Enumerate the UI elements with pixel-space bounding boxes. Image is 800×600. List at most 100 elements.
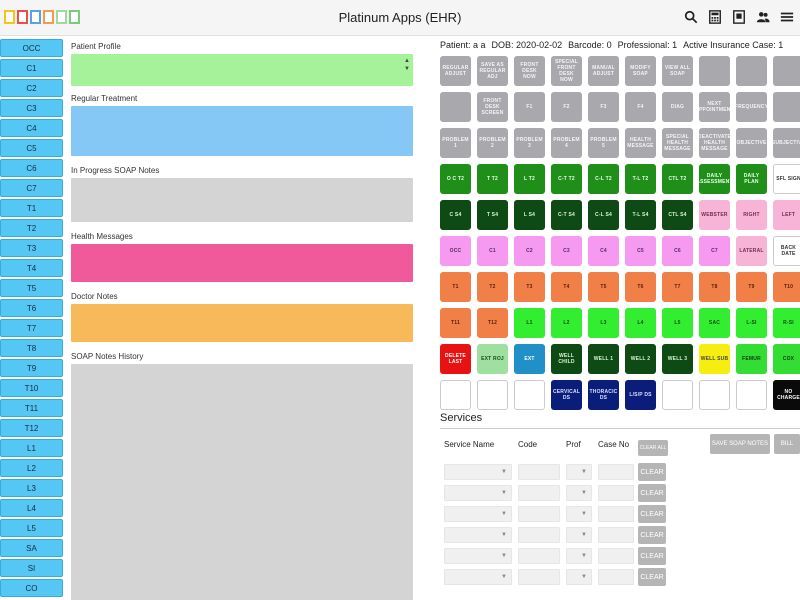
grid-button-special-front-desk-now[interactable]: SPECIAL FRONT DESK NOW: [551, 56, 582, 86]
grid-button-t11[interactable]: T11: [440, 308, 471, 338]
sidebar-item-occ[interactable]: OCC: [0, 39, 63, 57]
code-input[interactable]: [518, 485, 560, 501]
grid-button-ext-roj[interactable]: EXT ROJ: [477, 344, 508, 374]
grid-button-objective[interactable]: OBJECTIVE: [736, 128, 767, 158]
grid-button-delete-last[interactable]: DELETE LAST: [440, 344, 471, 374]
grid-button-well-child[interactable]: WELL CHILD: [551, 344, 582, 374]
case-no-input[interactable]: [598, 527, 634, 543]
sidebar-item-c2[interactable]: C2: [0, 79, 63, 97]
prof-select[interactable]: ▼: [566, 527, 592, 543]
grid-button-c2[interactable]: C2: [514, 236, 545, 266]
grid-button-special-health-message[interactable]: SPECIAL HEALTH MESSAGE: [662, 128, 693, 158]
grid-button-femur[interactable]: FEMUR: [736, 344, 767, 374]
grid-button-c-l-t2[interactable]: C-L T2: [588, 164, 619, 194]
row-clear-button[interactable]: CLEAR: [638, 526, 666, 544]
color-swatch[interactable]: [17, 10, 28, 24]
grid-button-ctl-t2[interactable]: CTL T2: [662, 164, 693, 194]
section-box[interactable]: [71, 364, 413, 600]
code-input[interactable]: [518, 548, 560, 564]
users-icon[interactable]: [756, 9, 770, 25]
sidebar-item-c1[interactable]: C1: [0, 59, 63, 77]
grid-button-c-l-s4[interactable]: C-L S4: [588, 200, 619, 230]
service-name-select[interactable]: ▼: [444, 464, 512, 480]
color-swatch[interactable]: [4, 10, 15, 24]
service-name-select[interactable]: ▼: [444, 548, 512, 564]
sidebar-item-t5[interactable]: T5: [0, 279, 63, 297]
grid-button-health-message[interactable]: HEALTH MESSAGE: [625, 128, 656, 158]
prof-select[interactable]: ▼: [566, 464, 592, 480]
sidebar-item-l2[interactable]: L2: [0, 459, 63, 477]
prof-select[interactable]: ▼: [566, 485, 592, 501]
sidebar-item-t1[interactable]: T1: [0, 199, 63, 217]
calculator-icon[interactable]: [708, 9, 722, 25]
grid-button-sfl-sign[interactable]: SFL SIGN: [773, 164, 800, 194]
grid-button-t-l-t2[interactable]: T-L T2: [625, 164, 656, 194]
grid-button-l-s4[interactable]: L S4: [514, 200, 545, 230]
sidebar-item-sa[interactable]: SA: [0, 539, 63, 557]
grid-button-blank[interactable]: [477, 380, 508, 410]
grid-button-c-t-s4[interactable]: C-T S4: [551, 200, 582, 230]
grid-button-webster[interactable]: WEBSTER: [699, 200, 730, 230]
grid-button-cox[interactable]: COX: [773, 344, 800, 374]
service-name-select[interactable]: ▼: [444, 527, 512, 543]
sidebar-item-t10[interactable]: T10: [0, 379, 63, 397]
grid-button-t-t2[interactable]: T T2: [477, 164, 508, 194]
grid-button-blank[interactable]: [699, 380, 730, 410]
row-clear-button[interactable]: CLEAR: [638, 505, 666, 523]
section-box[interactable]: ▲ ▼: [71, 54, 413, 86]
color-swatch[interactable]: [30, 10, 41, 24]
grid-button-l-t2[interactable]: L T2: [514, 164, 545, 194]
case-no-input[interactable]: [598, 548, 634, 564]
grid-button-l-si[interactable]: L-SI: [736, 308, 767, 338]
case-no-input[interactable]: [598, 464, 634, 480]
sidebar-item-t3[interactable]: T3: [0, 239, 63, 257]
grid-button-t-l-s4[interactable]: T-L S4: [625, 200, 656, 230]
grid-button-front-desk-screen[interactable]: FRONT DESK SCREEN: [477, 92, 508, 122]
row-clear-button[interactable]: CLEAR: [638, 463, 666, 481]
grid-button-well-sub[interactable]: WELL SUB: [699, 344, 730, 374]
grid-button-l3[interactable]: L3: [588, 308, 619, 338]
sidebar-item-c3[interactable]: C3: [0, 99, 63, 117]
grid-button-right[interactable]: RIGHT: [736, 200, 767, 230]
grid-button-f3[interactable]: F3: [588, 92, 619, 122]
menu-icon[interactable]: [780, 9, 794, 25]
grid-button-well-3[interactable]: WELL 3: [662, 344, 693, 374]
grid-button-t12[interactable]: T12: [477, 308, 508, 338]
grid-button-c3[interactable]: C3: [551, 236, 582, 266]
grid-button-c1[interactable]: C1: [477, 236, 508, 266]
grid-button-problem-2[interactable]: PROBLEM 2: [477, 128, 508, 158]
grid-button-c7[interactable]: C7: [699, 236, 730, 266]
grid-button-f2[interactable]: F2: [551, 92, 582, 122]
section-box[interactable]: [71, 304, 413, 342]
grid-button-diag[interactable]: DIAG: [662, 92, 693, 122]
grid-button-problem-5[interactable]: PROBLEM 5: [588, 128, 619, 158]
grid-button-next-appointment[interactable]: NEXT APPOINTMENT: [699, 92, 730, 122]
sidebar-item-l1[interactable]: L1: [0, 439, 63, 457]
grid-button-ext[interactable]: EXT: [514, 344, 545, 374]
case-no-input[interactable]: [598, 569, 634, 585]
grid-button-blank[interactable]: [440, 92, 471, 122]
code-input[interactable]: [518, 527, 560, 543]
grid-button-cervical-ds[interactable]: CERVICAL DS: [551, 380, 582, 410]
sidebar-item-t2[interactable]: T2: [0, 219, 63, 237]
section-box[interactable]: [71, 244, 413, 282]
grid-button-t3[interactable]: T3: [514, 272, 545, 302]
sidebar-item-t8[interactable]: T8: [0, 339, 63, 357]
sidebar-item-t11[interactable]: T11: [0, 399, 63, 417]
sidebar-item-t6[interactable]: T6: [0, 299, 63, 317]
grid-button-daily-plan[interactable]: DAILY PLAN: [736, 164, 767, 194]
grid-button-blank[interactable]: [699, 56, 730, 86]
grid-button-f1[interactable]: F1: [514, 92, 545, 122]
grid-button-frequency[interactable]: FREQUENCY: [736, 92, 767, 122]
color-swatch[interactable]: [56, 10, 67, 24]
grid-button-front-desk-now[interactable]: FRONT DESK NOW: [514, 56, 545, 86]
grid-button-c-s4[interactable]: C S4: [440, 200, 471, 230]
sidebar-item-c7[interactable]: C7: [0, 179, 63, 197]
service-name-select[interactable]: ▼: [444, 485, 512, 501]
grid-button-t-s4[interactable]: T S4: [477, 200, 508, 230]
grid-button-blank[interactable]: [773, 92, 800, 122]
grid-button-blank[interactable]: [440, 380, 471, 410]
grid-button-subjective[interactable]: SUBJECTIVE: [773, 128, 800, 158]
grid-button-daily-assessment[interactable]: DAILY ASSESSMENT: [699, 164, 730, 194]
grid-button-c6[interactable]: C6: [662, 236, 693, 266]
